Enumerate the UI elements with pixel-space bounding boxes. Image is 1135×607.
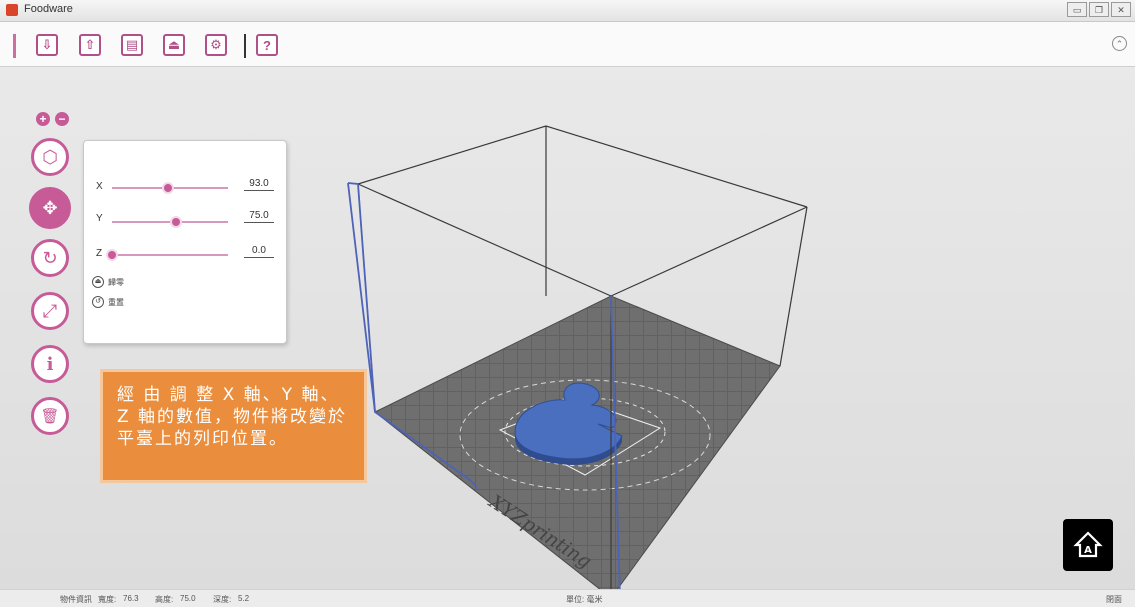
- rotate-tool-button[interactable]: ↻: [31, 239, 69, 277]
- move-icon: ✥: [42, 197, 58, 218]
- import-button[interactable]: ⇩: [36, 34, 58, 56]
- move-panel: X 93.0 Y 75.0 Z 0.0 ⏏ 歸零 ↺ 重置: [83, 140, 287, 344]
- rotate-icon: ↻: [42, 247, 58, 268]
- save-button[interactable]: ▤: [121, 34, 143, 56]
- window-controls: ▭ ❐ ✕: [1067, 2, 1131, 17]
- x-slider[interactable]: [112, 182, 228, 194]
- reset-option-label: 重置: [108, 297, 124, 307]
- zoom-out-button[interactable]: −: [55, 112, 69, 126]
- help-button[interactable]: ?: [256, 34, 278, 56]
- title-bar: Foodware ▭ ❐ ✕: [0, 0, 1135, 22]
- depth-label: 深度:: [213, 595, 232, 604]
- depth-value: 5.2: [238, 594, 250, 603]
- gear-icon: ⚙: [210, 37, 222, 52]
- object-info-label: 物件資訊: [60, 595, 92, 604]
- import-icon: ⇩: [41, 37, 53, 52]
- svg-text:A: A: [1084, 545, 1092, 556]
- y-slider-knob[interactable]: [169, 216, 182, 228]
- reset-icon: ↺: [92, 296, 104, 308]
- z-value-field[interactable]: 0.0: [244, 245, 274, 258]
- help-icon: ?: [263, 37, 271, 53]
- export-icon: ⇧: [84, 37, 96, 52]
- toolbar-marker: [13, 34, 16, 58]
- trash-icon: 🗑: [40, 408, 60, 425]
- instruction-callout: 經 由 調 整 X 軸、Y 軸、Z 軸的數值，物件將改變於平臺上的列印位置。: [100, 369, 367, 483]
- save-icon: ▤: [125, 37, 139, 52]
- zoom-in-button[interactable]: +: [36, 112, 50, 126]
- unit-label: 單位: 毫米: [566, 595, 603, 604]
- height-value: 75.0: [180, 594, 196, 603]
- restore-button[interactable]: ❐: [1089, 2, 1109, 17]
- status-bar: 物件資訊 寬度: 76.3 高度: 75.0 深度: 5.2 單位: 毫米 閉面: [0, 589, 1135, 607]
- delete-tool-button[interactable]: 🗑: [31, 397, 69, 435]
- export-button[interactable]: ⇧: [79, 34, 101, 56]
- cube-icon: ⬡: [42, 146, 58, 167]
- print-icon: ⏏: [167, 37, 181, 52]
- close-window-button[interactable]: ✕: [1111, 2, 1131, 17]
- close-label: 閉面: [1106, 595, 1122, 604]
- info-tool-button[interactable]: i: [31, 345, 69, 383]
- height-label: 高度:: [155, 595, 174, 604]
- z-slider-knob[interactable]: [106, 249, 118, 261]
- minimize-button[interactable]: ▭: [1067, 2, 1087, 17]
- z-slider[interactable]: [106, 249, 228, 261]
- x-axis-label: X: [96, 181, 103, 192]
- reset-option[interactable]: ↺ 重置: [92, 296, 124, 308]
- z-axis-label: Z: [96, 248, 103, 259]
- zero-icon: ⏏: [92, 276, 104, 288]
- plus-icon: +: [39, 112, 47, 126]
- y-slider[interactable]: [112, 216, 228, 228]
- zero-option-label: 歸零: [108, 277, 124, 287]
- scale-tool-button[interactable]: ⤢: [31, 292, 69, 330]
- width-value: 76.3: [123, 594, 139, 603]
- app-logo-button[interactable]: A: [1063, 519, 1113, 571]
- main-toolbar: ⇩ ⇧ ▤ ⏏ ⚙ ? ⌃: [0, 22, 1135, 67]
- info-icon: i: [46, 353, 54, 375]
- y-value-field[interactable]: 75.0: [244, 210, 274, 223]
- y-axis-label: Y: [96, 213, 103, 224]
- scale-icon: ⤢: [42, 300, 58, 321]
- home-logo-icon: A: [1073, 531, 1103, 558]
- callout-text: 經 由 調 整 X 軸、Y 軸、Z 軸的數值，物件將改變於平臺上的列印位置。: [117, 385, 348, 449]
- zero-option[interactable]: ⏏ 歸零: [92, 276, 124, 288]
- width-label: 寬度:: [98, 595, 117, 604]
- chevron-up-icon: ⌃: [1115, 39, 1124, 49]
- move-tool-button[interactable]: ✥: [29, 187, 71, 229]
- toolbar-divider: [244, 34, 246, 58]
- x-slider-knob[interactable]: [161, 182, 174, 194]
- view-tool-button[interactable]: ⬡: [31, 138, 69, 176]
- print-button[interactable]: ⏏: [163, 34, 185, 56]
- collapse-toolbar-button[interactable]: ⌃: [1112, 36, 1127, 51]
- app-icon: [6, 4, 18, 16]
- settings-button[interactable]: ⚙: [205, 34, 227, 56]
- minus-icon: −: [58, 112, 66, 126]
- window-title: Foodware: [24, 3, 73, 15]
- x-value-field[interactable]: 93.0: [244, 178, 274, 191]
